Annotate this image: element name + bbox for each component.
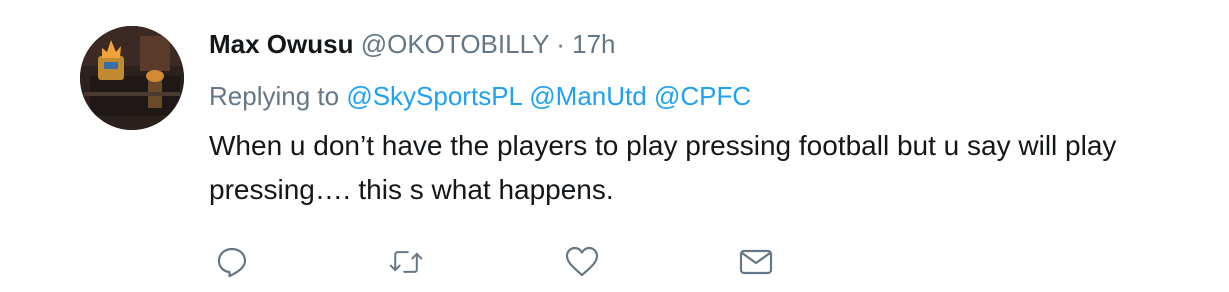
- reply-button[interactable]: [214, 244, 250, 280]
- mention-skysportspl[interactable]: @SkySportsPL: [346, 81, 522, 111]
- tweet-text-line: pressing…. this s what happens.: [209, 174, 614, 205]
- tweet: Max Owusu @OKOTOBILLY · 17h Replying to …: [0, 0, 1229, 292]
- avatar-image: [80, 26, 184, 130]
- mention-cpfc[interactable]: @CPFC: [654, 81, 751, 111]
- mention-manutd[interactable]: @ManUtd: [529, 81, 646, 111]
- retweet-icon: [389, 251, 423, 273]
- like-button[interactable]: [564, 244, 600, 280]
- direct-message-button[interactable]: [738, 244, 774, 280]
- avatar[interactable]: [80, 26, 184, 130]
- tweet-text: When u don’t have the players to play pr…: [209, 124, 1209, 212]
- author-handle[interactable]: @OKOTOBILLY: [361, 29, 549, 59]
- tweet-actions: [0, 244, 1229, 284]
- replying-to-label: Replying to: [209, 81, 340, 111]
- reply-icon: [217, 247, 247, 278]
- tweet-timestamp[interactable]: 17h: [572, 29, 615, 59]
- replying-to: Replying to @SkySportsPL @ManUtd @CPFC: [209, 76, 1219, 116]
- tweet-header: Max Owusu @OKOTOBILLY · 17h: [209, 24, 1219, 64]
- retweet-button[interactable]: [388, 244, 424, 280]
- header-separator: ·: [556, 29, 565, 59]
- tweet-content: Max Owusu @OKOTOBILLY · 17h Replying to …: [209, 24, 1219, 212]
- tweet-text-line: When u don’t have the players to play pr…: [209, 130, 1117, 161]
- like-icon: [565, 246, 599, 277]
- author-name[interactable]: Max Owusu: [209, 29, 353, 59]
- direct-message-icon: [739, 249, 773, 275]
